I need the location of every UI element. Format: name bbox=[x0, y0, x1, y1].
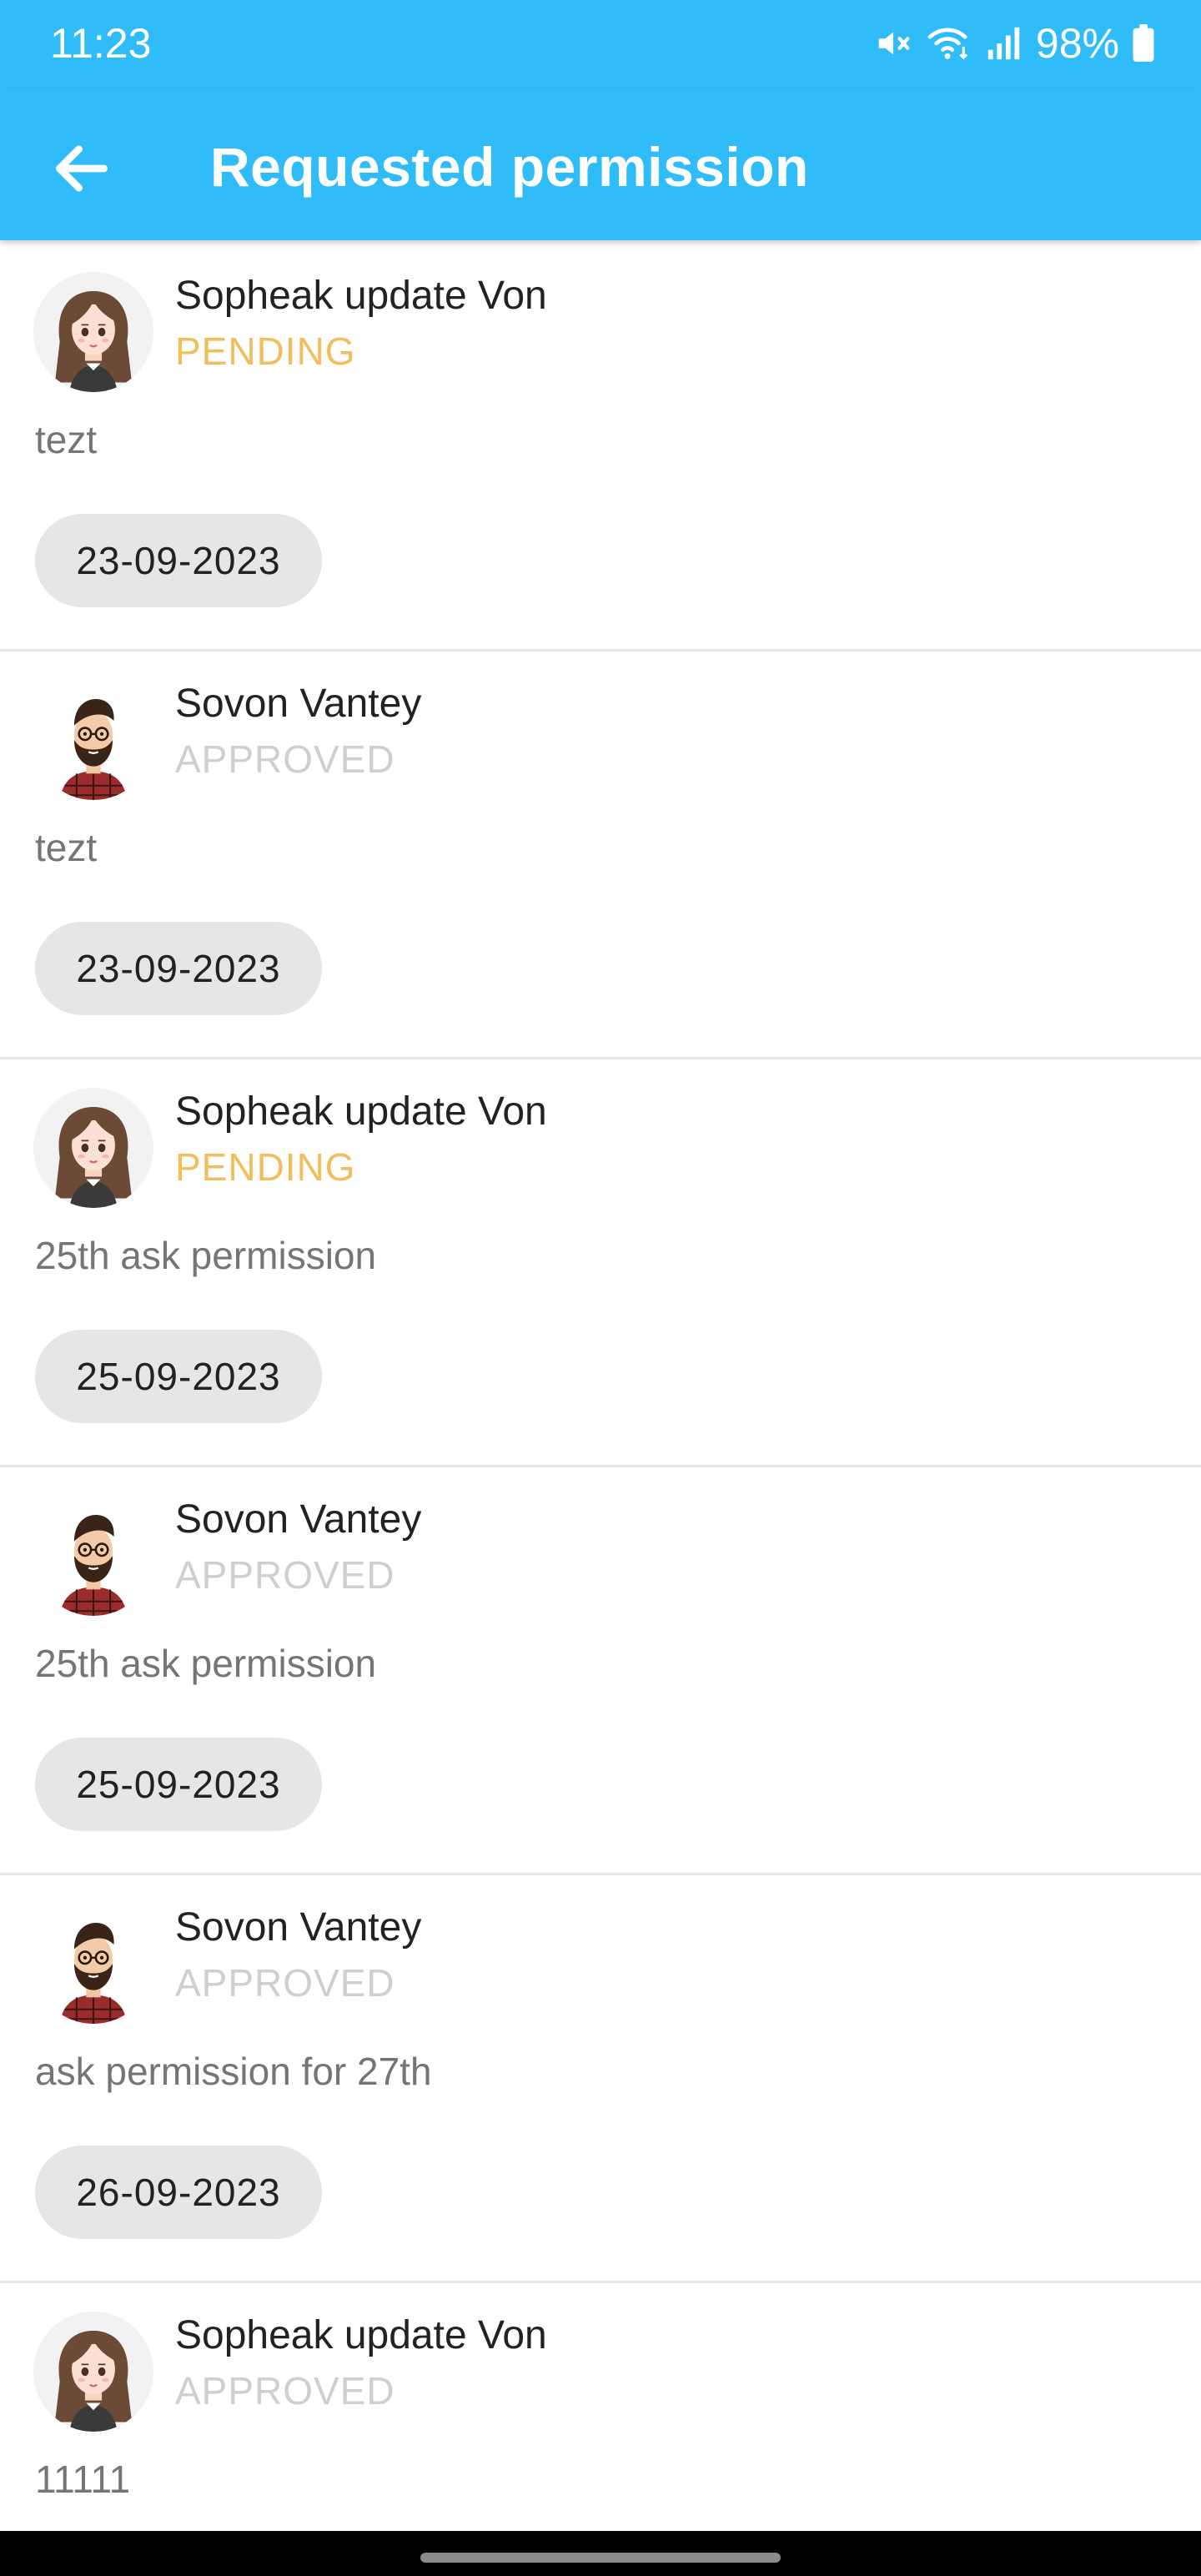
female-avatar-icon bbox=[33, 1088, 153, 1208]
date-chip: 26-09-2023 bbox=[35, 2146, 322, 2239]
date-chip: 25-09-2023 bbox=[35, 1738, 322, 1831]
status-icons: 98% bbox=[874, 18, 1154, 68]
status-badge: PENDING bbox=[175, 330, 356, 373]
request-item[interactable]: Sovon Vantey APPROVED ask permission for… bbox=[0, 1875, 1201, 2283]
page-title: Requested permission bbox=[210, 136, 809, 198]
signal-icon bbox=[987, 27, 1020, 60]
date-chip: 23-09-2023 bbox=[35, 514, 322, 607]
request-item[interactable]: Sopheak update Von PENDING 25th ask perm… bbox=[0, 1059, 1201, 1467]
female-avatar-icon bbox=[33, 2312, 153, 2432]
requester-name: Sovon Vantey bbox=[175, 682, 422, 726]
request-item[interactable]: Sovon Vantey APPROVED tezt 23-09-2023 bbox=[0, 652, 1201, 1059]
date-chip: 23-09-2023 bbox=[35, 922, 322, 1015]
status-time: 11:23 bbox=[50, 20, 152, 67]
mute-icon bbox=[878, 32, 910, 55]
app-bar: Requested permission bbox=[0, 88, 1201, 240]
requester-name: Sopheak update Von bbox=[175, 2313, 547, 2357]
male-avatar-icon bbox=[33, 1496, 153, 1616]
male-avatar-icon bbox=[33, 1904, 153, 2024]
status-badge: APPROVED bbox=[175, 737, 395, 781]
request-message: 11111 bbox=[35, 2458, 131, 2501]
status-badge: APPROVED bbox=[175, 1961, 395, 2005]
battery-percentage: 98% bbox=[1035, 20, 1119, 67]
request-message: 25th ask permission bbox=[35, 1234, 377, 1277]
status-badge: PENDING bbox=[175, 1145, 356, 1189]
wifi-icon bbox=[927, 28, 968, 60]
request-message: 25th ask permission bbox=[35, 1642, 377, 1685]
requester-name: Sovon Vantey bbox=[175, 1497, 422, 1542]
permission-request-list[interactable]: Sopheak update Von PENDING tezt 23-09-20… bbox=[0, 244, 1201, 2529]
request-message: tezt bbox=[35, 418, 98, 461]
requester-name: Sopheak update Von bbox=[175, 274, 547, 318]
male-avatar-icon bbox=[33, 680, 153, 800]
request-message: ask permission for 27th bbox=[35, 2050, 432, 2093]
arrow-left-icon bbox=[56, 145, 108, 192]
status-bar: 11:23 98% bbox=[0, 0, 1201, 88]
request-item[interactable]: Sopheak update Von PENDING tezt 23-09-20… bbox=[0, 244, 1201, 652]
requester-name: Sovon Vantey bbox=[175, 1905, 422, 1950]
battery-icon bbox=[1133, 24, 1154, 63]
female-avatar-icon bbox=[33, 272, 153, 392]
back-button[interactable] bbox=[37, 123, 127, 214]
request-item[interactable]: Sovon Vantey APPROVED 25th ask permissio… bbox=[0, 1467, 1201, 1875]
request-item[interactable]: Sopheak update Von APPROVED 11111 bbox=[0, 2283, 1201, 2529]
home-gesture-handle[interactable] bbox=[420, 2553, 781, 2563]
requester-name: Sopheak update Von bbox=[175, 1089, 547, 1134]
date-chip: 25-09-2023 bbox=[35, 1330, 322, 1423]
status-badge: APPROVED bbox=[175, 2369, 395, 2412]
status-badge: APPROVED bbox=[175, 1553, 395, 1597]
request-message: tezt bbox=[35, 826, 98, 869]
system-navigation-bar bbox=[0, 2531, 1201, 2576]
